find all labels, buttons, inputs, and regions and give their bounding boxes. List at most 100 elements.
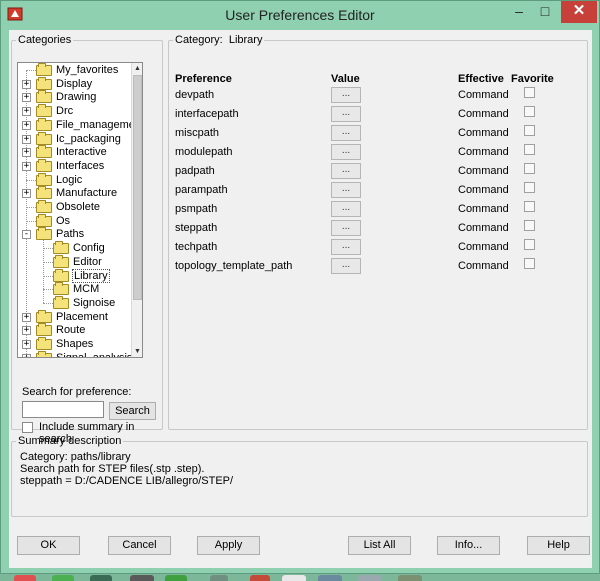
dialog-body: Categories My_favorites + Display + Drawing +…	[9, 30, 592, 568]
info-button[interactable]: Info...	[437, 536, 500, 555]
tree-connector-line	[43, 261, 53, 263]
edit-value-button[interactable]: ...	[331, 87, 361, 103]
category-item[interactable]: My_favorites	[18, 63, 131, 77]
category-item[interactable]: + File_management	[18, 117, 131, 132]
ok-button[interactable]: OK	[17, 536, 80, 555]
expand-icon[interactable]: +	[22, 134, 31, 144]
maximize-button[interactable]: □	[531, 1, 559, 23]
category-item[interactable]: Library	[18, 268, 131, 283]
folder-icon	[36, 350, 52, 357]
expand-icon[interactable]: +	[22, 189, 31, 199]
category-item[interactable]: + Interactive	[18, 145, 131, 159]
expand-icon[interactable]: +	[22, 353, 31, 357]
folder-icon	[53, 268, 69, 282]
category-item[interactable]: + Route	[18, 323, 131, 337]
expand-icon[interactable]: +	[22, 107, 31, 117]
expand-icon[interactable]: +	[22, 79, 31, 89]
scroll-down-arrow-icon[interactable]: ▼	[132, 346, 142, 357]
favorite-checkbox[interactable]	[524, 258, 535, 269]
favorite-checkbox[interactable]	[524, 182, 535, 193]
favorite-checkbox[interactable]	[524, 87, 535, 98]
category-tree[interactable]: My_favorites + Display + Drawing + Drc + File_ma…	[17, 62, 143, 358]
tree-connector-line	[43, 248, 53, 250]
help-button[interactable]: Help	[527, 536, 590, 555]
category-tree-scrollbar[interactable]: ▲ ▼	[131, 63, 142, 357]
favorite-checkbox[interactable]	[524, 125, 535, 136]
folder-icon	[36, 131, 52, 145]
cancel-button[interactable]: Cancel	[108, 536, 171, 555]
expand-icon[interactable]: +	[22, 312, 31, 322]
taskbar-app-icon[interactable]	[165, 575, 187, 581]
taskbar-app-icon[interactable]	[358, 575, 382, 581]
expand-icon[interactable]: +	[22, 120, 31, 130]
taskbar-app-icon[interactable]	[282, 575, 306, 581]
category-item[interactable]: MCM	[18, 282, 131, 296]
taskbar-app-icon[interactable]	[14, 575, 36, 581]
effective-value: Command	[458, 108, 509, 120]
category-item[interactable]: + Manufacture	[18, 186, 131, 200]
taskbar-app-icon[interactable]	[318, 575, 342, 581]
taskbar-app-icon[interactable]	[90, 575, 112, 581]
category-item[interactable]: Signoise	[18, 295, 131, 310]
include-summary-checkbox[interactable]	[22, 422, 33, 433]
edit-value-button[interactable]: ...	[331, 201, 361, 217]
category-item-label: Paths	[56, 228, 85, 241]
minimize-button[interactable]: –	[505, 1, 533, 23]
expand-icon[interactable]: +	[22, 93, 31, 103]
category-item[interactable]: + Drc	[18, 104, 131, 118]
category-item[interactable]: + Shapes	[18, 337, 131, 351]
expand-icon[interactable]: +	[22, 161, 31, 171]
taskbar	[0, 574, 600, 581]
expand-icon[interactable]: +	[22, 340, 31, 349]
list-all-button[interactable]: List All	[348, 536, 411, 555]
category-item[interactable]: Os	[18, 213, 131, 228]
category-tree-items: My_favorites + Display + Drawing + Drc + File_ma…	[18, 63, 131, 357]
search-input[interactable]	[22, 401, 104, 418]
taskbar-app-icon[interactable]	[398, 575, 422, 581]
edit-value-button[interactable]: ...	[331, 106, 361, 122]
category-item[interactable]: Obsolete	[18, 200, 131, 214]
scrollbar-thumb[interactable]	[133, 75, 142, 300]
taskbar-app-icon[interactable]	[52, 575, 74, 581]
category-item[interactable]: Logic	[18, 172, 131, 187]
effective-value: Command	[458, 89, 509, 101]
edit-value-button[interactable]: ...	[331, 239, 361, 255]
favorite-checkbox[interactable]	[524, 220, 535, 231]
effective-column-header: Effective	[458, 73, 504, 85]
collapse-icon[interactable]: -	[22, 230, 31, 240]
edit-value-button[interactable]: ...	[331, 258, 361, 274]
favorite-checkbox[interactable]	[524, 239, 535, 250]
tree-connector-line	[26, 220, 36, 222]
expand-icon[interactable]: +	[22, 326, 31, 336]
category-item[interactable]: + Ic_packaging	[18, 131, 131, 146]
favorite-checkbox[interactable]	[524, 201, 535, 212]
category-item[interactable]: + Placement	[18, 309, 131, 324]
category-item[interactable]: + Signal_analysis	[18, 350, 131, 357]
edit-value-button[interactable]: ...	[331, 144, 361, 160]
close-button[interactable]: ✕	[561, 1, 597, 23]
edit-value-button[interactable]: ...	[331, 163, 361, 179]
taskbar-app-icon[interactable]	[130, 575, 154, 581]
favorite-checkbox[interactable]	[524, 144, 535, 155]
category-item[interactable]: Editor	[18, 254, 131, 269]
apply-button[interactable]: Apply	[197, 536, 260, 555]
edit-value-button[interactable]: ...	[331, 125, 361, 141]
expand-icon[interactable]: +	[22, 148, 31, 158]
taskbar-app-icon[interactable]	[250, 575, 270, 581]
category-item-label: Drc	[56, 105, 74, 118]
scroll-up-arrow-icon[interactable]: ▲	[132, 63, 142, 74]
summary-value-line: steppath = D:/CADENCE LIB/allegro/STEP/	[20, 475, 234, 487]
favorite-checkbox[interactable]	[524, 106, 535, 117]
category-item[interactable]: + Drawing	[18, 90, 131, 104]
edit-value-button[interactable]: ...	[331, 182, 361, 198]
category-item[interactable]: + Interfaces	[18, 158, 131, 173]
search-button[interactable]: Search	[109, 402, 156, 420]
favorite-checkbox[interactable]	[524, 163, 535, 174]
edit-value-button[interactable]: ...	[331, 220, 361, 236]
category-item[interactable]: + Display	[18, 76, 131, 91]
category-item[interactable]: - Paths	[18, 227, 131, 241]
category-item[interactable]: Config	[18, 241, 131, 255]
taskbar-app-icon[interactable]	[210, 575, 228, 581]
category-item-label: My_favorites	[56, 64, 119, 76]
title-bar[interactable]: User Preferences Editor – □ ✕	[1, 1, 599, 29]
